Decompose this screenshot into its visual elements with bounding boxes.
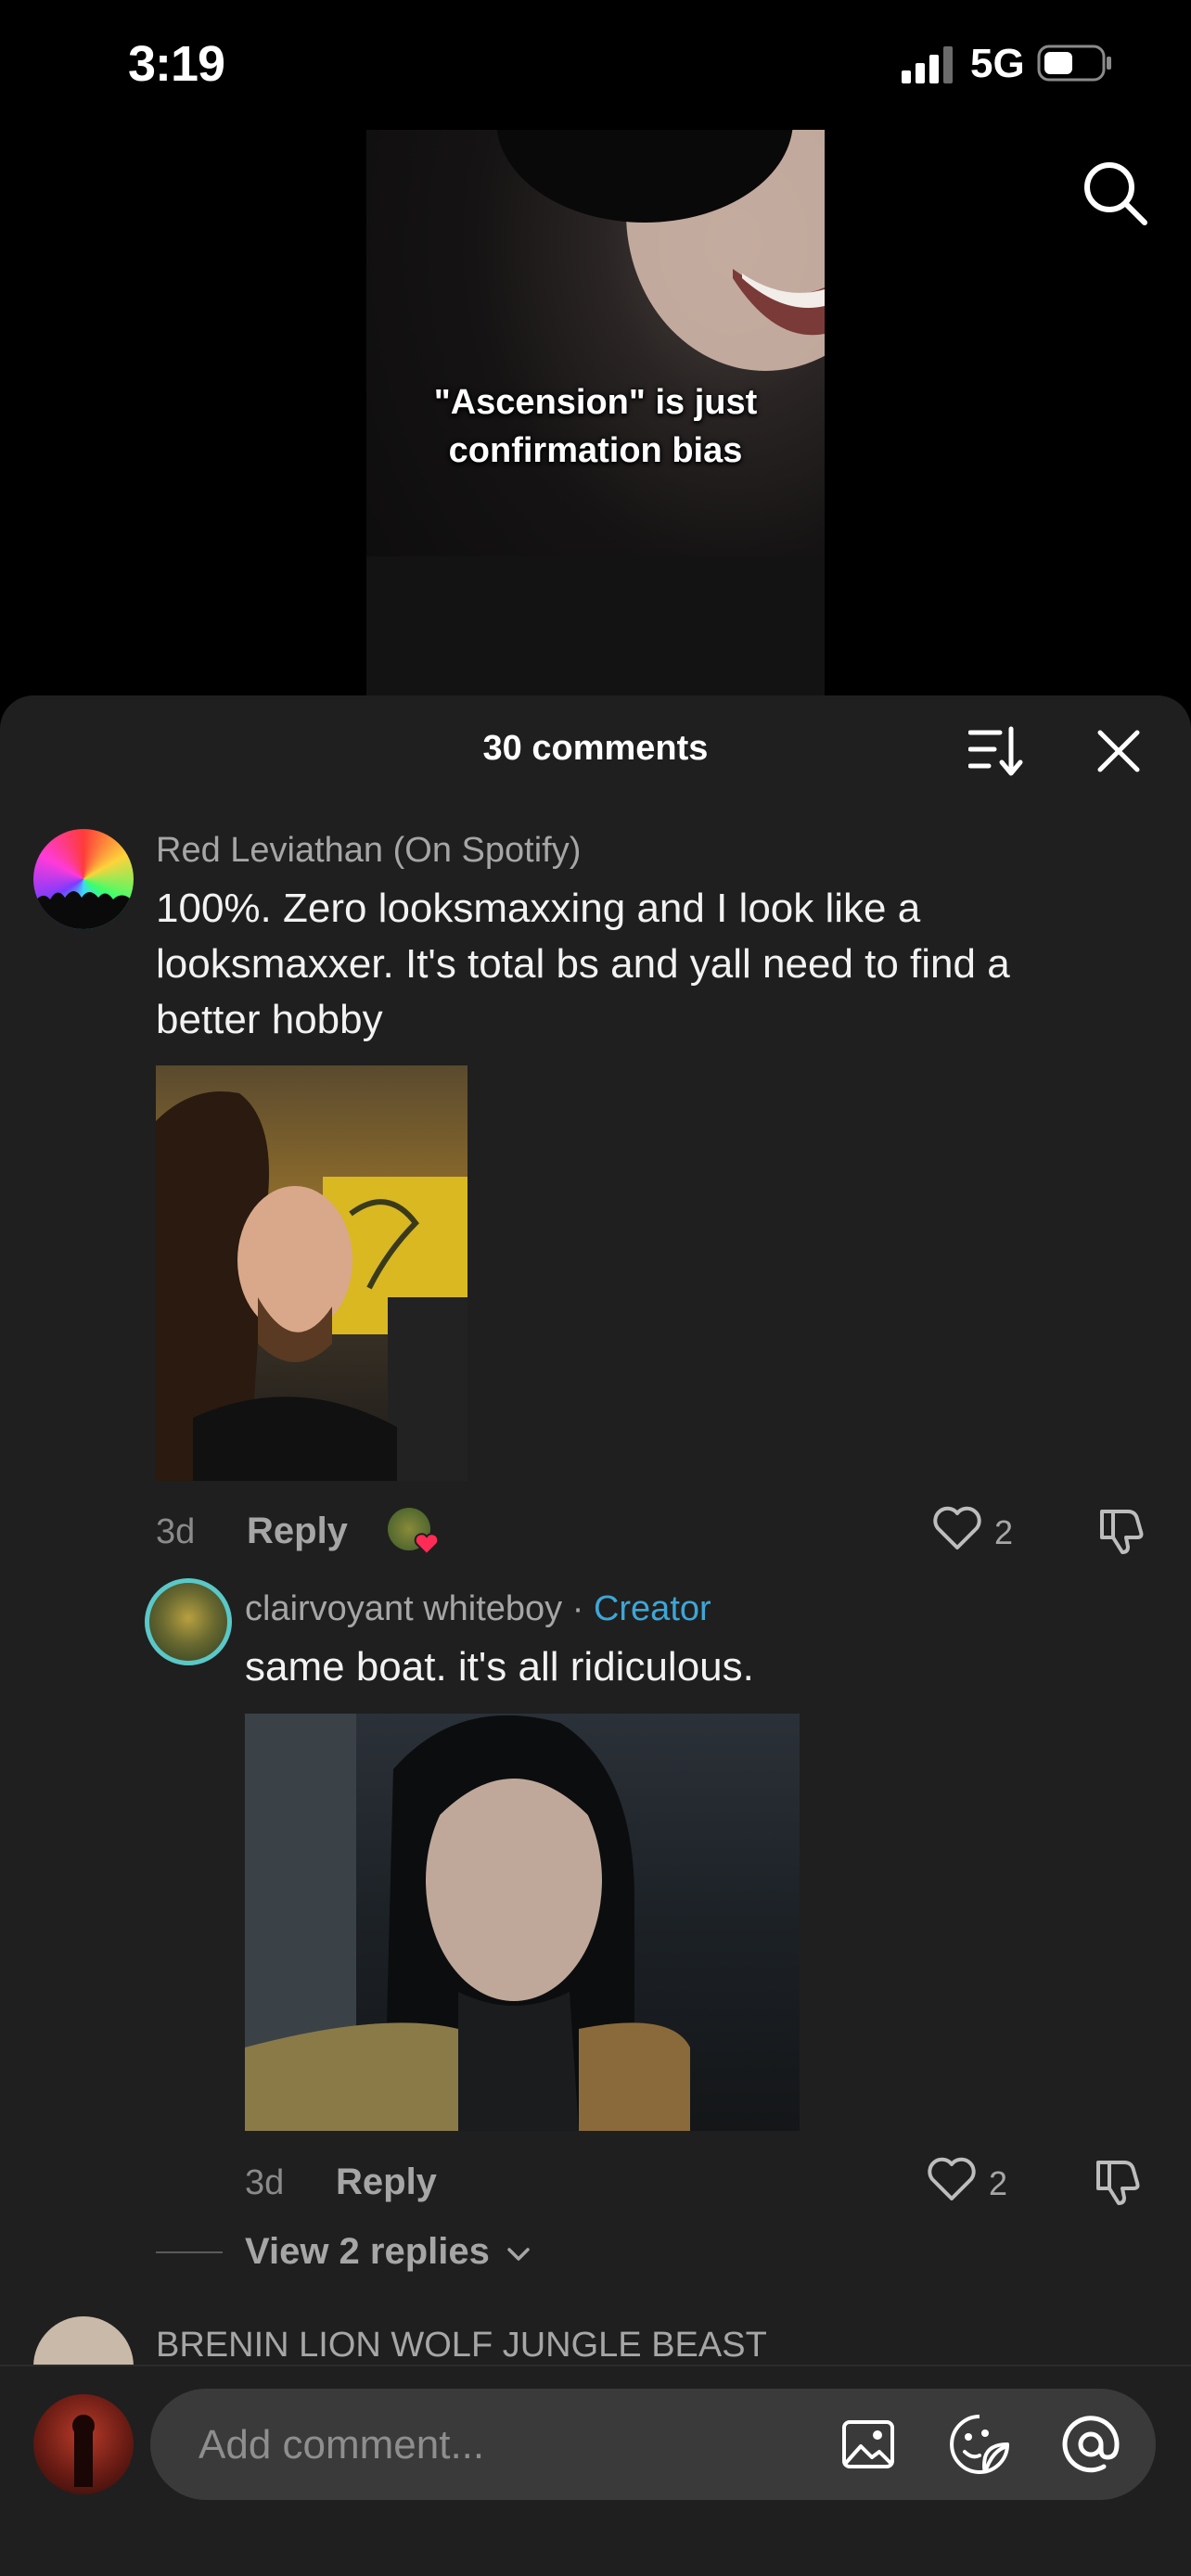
creator-badge: Creator [593, 1589, 711, 1628]
network-type: 5G [970, 41, 1025, 86]
sort-icon[interactable] [968, 725, 1024, 777]
comment-text-line: 100%. Zero looksmaxxing and I look like … [156, 886, 921, 931]
reply-photo-content [245, 1714, 690, 2131]
dislike-icon[interactable] [1095, 1504, 1146, 1556]
video-caption: "Ascension" is just confirmation bias [366, 378, 825, 475]
comment-photo-content [156, 1091, 467, 1481]
reply-age: 3d [245, 2163, 285, 2202]
avatar-crowd-silhouette [33, 891, 134, 929]
close-icon[interactable] [1095, 727, 1143, 775]
video-player[interactable]: "Ascension" is just confirmation bias [366, 130, 825, 695]
reply-button[interactable]: Reply [247, 1511, 348, 1552]
emoji-sticker-icon[interactable] [948, 2413, 1011, 2476]
username-separator: · [562, 1589, 594, 1628]
caption-line-2: confirmation bias [448, 431, 743, 470]
view-replies-button[interactable]: View 2 replies [245, 2231, 531, 2273]
creator-heart-badge-icon [414, 1533, 440, 1556]
heart-icon[interactable] [931, 1505, 983, 1553]
comment-input-bar [0, 2365, 1191, 2576]
chevron-down-icon [507, 2248, 530, 2261]
reply-like-count: 2 [989, 2164, 1008, 2202]
reply-username-text[interactable]: clairvoyant whiteboy [245, 1589, 562, 1628]
comment-age: 3d [156, 1512, 196, 1551]
comment-input[interactable] [197, 2389, 757, 2502]
cellular-signal-icon [902, 46, 953, 83]
reply-text: same boat. it's all ridiculous. [245, 1644, 754, 1690]
comment-username[interactable]: Red Leviathan (On Spotify) [156, 831, 581, 871]
comment-text: 100%. Zero looksmaxxing and I look like … [156, 881, 1139, 1048]
view-replies-label[interactable]: View 2 replies [245, 2231, 490, 2272]
search-icon[interactable] [1080, 158, 1150, 228]
dislike-icon[interactable] [1091, 2155, 1143, 2207]
my-avatar-figure [72, 2415, 95, 2487]
commenter-avatar[interactable] [33, 829, 134, 929]
next-comment-username[interactable]: BRENIN LION WOLF JUNGLE BEAST [156, 2326, 767, 2366]
creator-avatar[interactable] [145, 1578, 232, 1665]
comment-text-line: looksmaxxer. It's total bs and yall need… [156, 941, 1010, 987]
comment-input-container[interactable] [150, 2389, 1156, 2502]
heart-icon[interactable] [926, 2156, 978, 2204]
status-bar: 3:19 5G [0, 0, 1191, 130]
reply-photo[interactable] [245, 1714, 800, 2131]
battery-icon [1037, 45, 1111, 82]
image-icon[interactable] [840, 2417, 896, 2472]
comment-text-line: better hobby [156, 997, 383, 1042]
comments-sheet: 30 comments Red Leviathan (On Spotify) 1… [0, 695, 1191, 2576]
status-time: 3:19 [128, 36, 225, 92]
caption-line-1: "Ascension" is just [433, 383, 758, 422]
mention-icon[interactable] [1059, 2413, 1122, 2476]
reply-username[interactable]: clairvoyant whiteboy · Creator [245, 1589, 711, 1629]
reply-reply-button[interactable]: Reply [336, 2162, 437, 2203]
view-replies-divider [156, 2251, 223, 2253]
like-count: 2 [994, 1513, 1014, 1551]
comment-photo[interactable] [156, 1065, 467, 1481]
my-avatar[interactable] [33, 2394, 134, 2494]
